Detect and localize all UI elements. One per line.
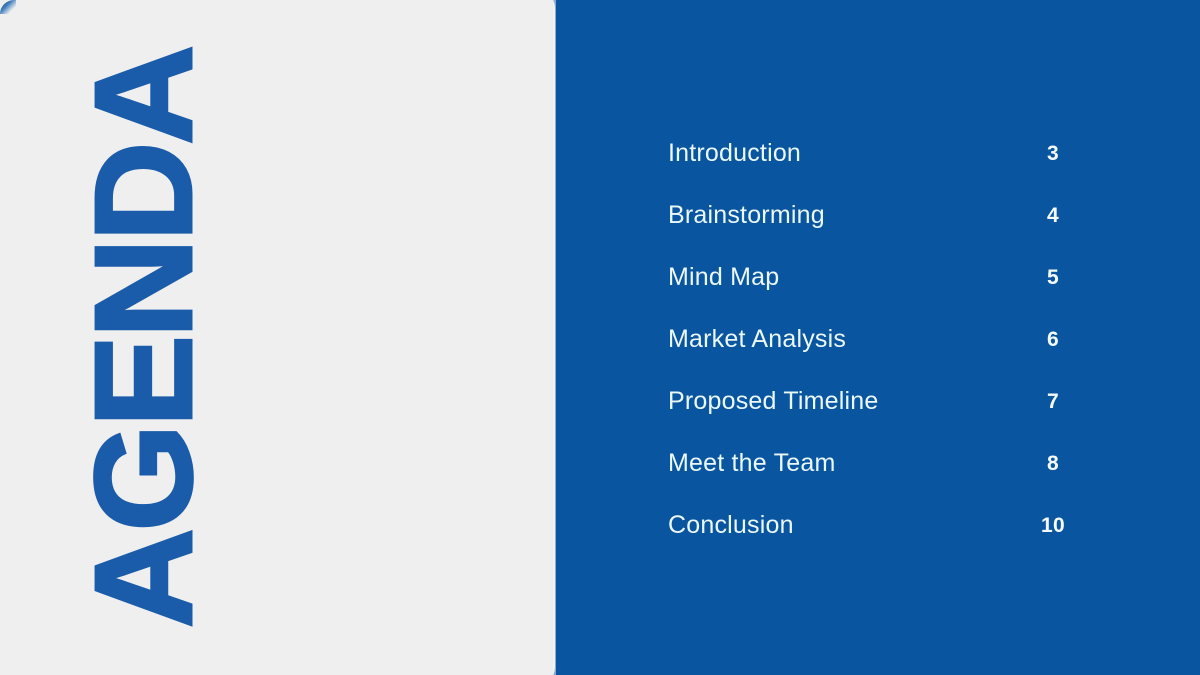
agenda-list: Introduction 3 Brainstorming 4 Mind Map … [668, 122, 1088, 556]
agenda-item-page-number: 6 [1047, 327, 1059, 351]
agenda-item-label: Market Analysis [668, 324, 847, 353]
agenda-item-label: Conclusion [668, 510, 794, 539]
page-title: AGENDA [66, 46, 223, 629]
agenda-item-page-number: 8 [1047, 451, 1059, 475]
agenda-item-proposed-timeline[interactable]: Proposed Timeline 7 [668, 370, 1088, 432]
agenda-item-conclusion[interactable]: Conclusion 10 [668, 494, 1088, 556]
presentation-slide: AGENDA Introduction 3 Brainstorming 4 Mi… [0, 0, 1200, 675]
agenda-item-label: Meet the Team [668, 448, 836, 477]
agenda-item-label: Mind Map [668, 262, 780, 291]
agenda-title-container: AGENDA [0, 0, 300, 675]
agenda-item-page-number: 10 [1041, 513, 1065, 537]
agenda-item-introduction[interactable]: Introduction 3 [668, 122, 1088, 184]
agenda-item-page-number: 5 [1047, 265, 1059, 289]
agenda-item-mind-map[interactable]: Mind Map 5 [668, 246, 1088, 308]
agenda-item-page-number: 3 [1047, 141, 1059, 165]
agenda-item-brainstorming[interactable]: Brainstorming 4 [668, 184, 1088, 246]
agenda-item-label: Introduction [668, 138, 802, 167]
agenda-item-page-number: 4 [1047, 203, 1059, 227]
agenda-item-meet-the-team[interactable]: Meet the Team 8 [668, 432, 1088, 494]
agenda-item-label: Proposed Timeline [668, 386, 879, 415]
agenda-item-page-number: 7 [1047, 389, 1059, 413]
agenda-item-market-analysis[interactable]: Market Analysis 6 [668, 308, 1088, 370]
card-divider [553, 0, 556, 675]
agenda-item-label: Brainstorming [668, 200, 825, 229]
